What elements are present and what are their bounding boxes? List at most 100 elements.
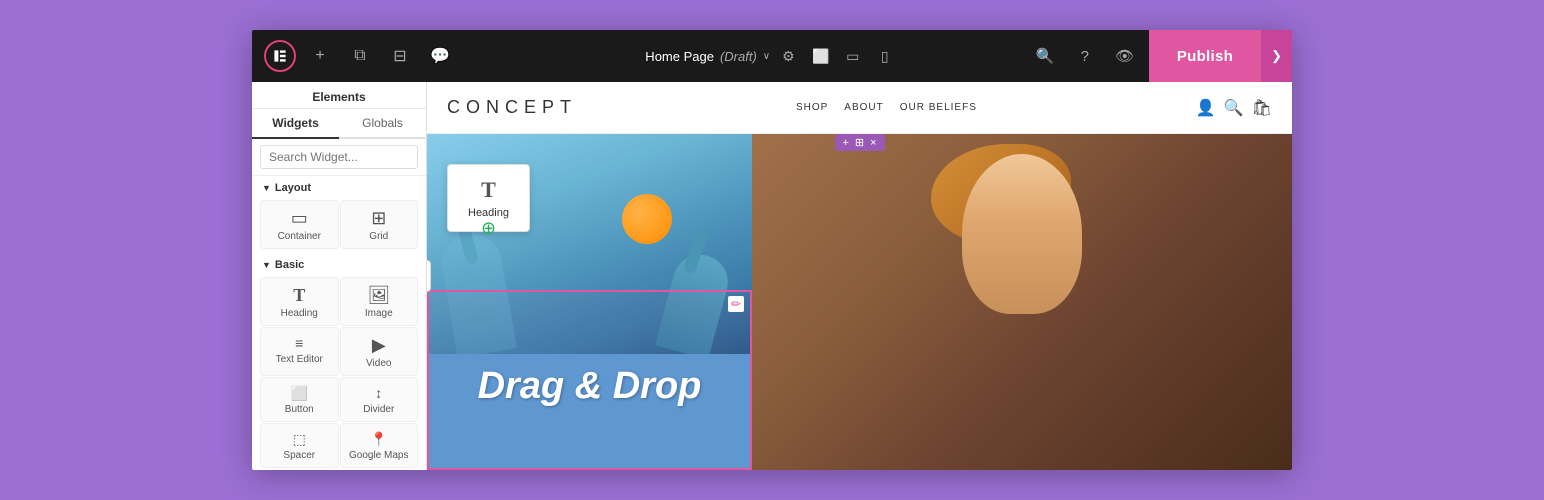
page-title-area[interactable]: Home Page (Draft) ∨: [645, 49, 770, 64]
heading-drag-widget[interactable]: T Heading ⊕: [447, 164, 530, 232]
grid-icon: ⊞: [371, 209, 386, 227]
desktop-view-icon[interactable]: ⬜: [807, 42, 835, 70]
cart-icon[interactable]: 🛍: [1252, 98, 1272, 118]
section-toolbar: + ⊞ ×: [834, 134, 884, 151]
spacer-label: Spacer: [283, 450, 315, 461]
editor-body: Elements Widgets Globals ▼ Layout ▭ Cont…: [252, 82, 1292, 470]
orange-fruit: [622, 194, 672, 244]
button-icon: ⬜: [291, 386, 308, 400]
google-maps-label: Google Maps: [349, 450, 408, 461]
site-nav-links: SHOP ABOUT OUR BELIEFS: [796, 102, 977, 113]
text-editor-label: Text Editor: [276, 354, 323, 365]
top-bar: + ⧉ ⊟ 💬 Home Page (Draft) ∨ ⚙ ⬜ ▭ ▯ 🔍 ? …: [252, 30, 1292, 82]
heading-label: Heading: [281, 308, 318, 319]
drag-drop-text: Drag & Drop: [429, 366, 750, 408]
basic-arrow-icon: ▼: [262, 260, 271, 270]
comments-icon[interactable]: 💬: [424, 40, 456, 72]
widget-heading[interactable]: T Heading: [260, 277, 339, 326]
image-label: Image: [365, 308, 393, 319]
nav-link-about[interactable]: ABOUT: [844, 102, 883, 113]
layout-section-header: ▼ Layout: [252, 176, 426, 196]
widget-image[interactable]: 🖼 Image: [340, 277, 419, 326]
search-nav-icon[interactable]: 🔍: [1224, 98, 1244, 118]
widget-button[interactable]: ⬜ Button: [260, 377, 339, 422]
section-close-button[interactable]: ×: [868, 137, 878, 149]
elementor-e-icon: [272, 48, 288, 64]
device-switcher: ⬜ ▭ ▯: [807, 42, 899, 70]
add-element-button[interactable]: +: [304, 40, 336, 72]
basic-widgets-grid: T Heading 🖼 Image ≡ Text Editor ▶ Video …: [252, 273, 426, 470]
site-logo: CONCEPT: [447, 97, 577, 118]
image-icon: 🖼: [367, 286, 390, 304]
right-canvas-section: [752, 134, 1292, 470]
search-icon[interactable]: 🔍: [1029, 40, 1061, 72]
tab-widgets[interactable]: Widgets: [252, 109, 339, 139]
woman-face: [962, 154, 1082, 314]
publish-dropdown-button[interactable]: ❯: [1261, 30, 1292, 82]
widget-search-box: [252, 139, 426, 176]
drag-cursor-icon: ⊕: [481, 218, 496, 239]
canvas-area[interactable]: ‹ CONCEPT SHOP ABOUT OUR BELIEFS 👤 🔍 🛍: [427, 82, 1292, 470]
responsive-icon[interactable]: ⊟: [384, 40, 416, 72]
publish-btn-group: Publish ❯: [1149, 30, 1292, 82]
layout-arrow-icon: ▼: [262, 183, 271, 193]
tablet-view-icon[interactable]: ▭: [839, 42, 867, 70]
spacer-icon: ⬚: [293, 432, 306, 446]
top-bar-left-icons: + ⧉ ⊟ 💬: [252, 40, 468, 72]
elementor-logo[interactable]: [264, 40, 296, 72]
heading-drag-t-icon: T: [481, 177, 496, 203]
preview-icon[interactable]: 👁: [1109, 40, 1141, 72]
page-dropdown-icon[interactable]: ∨: [763, 51, 770, 62]
basic-section-header: ▼ Basic: [252, 253, 426, 273]
page-title: Home Page: [645, 49, 714, 64]
site-nav-icons: 👤 🔍 🛍: [1196, 98, 1272, 118]
container-icon: ▭: [291, 209, 308, 227]
search-input[interactable]: [260, 145, 418, 169]
widget-divider[interactable]: ↕ Divider: [340, 377, 419, 422]
tab-globals[interactable]: Globals: [339, 109, 426, 139]
nav-link-shop[interactable]: SHOP: [796, 102, 828, 113]
panel-collapse-toggle[interactable]: ‹: [427, 260, 431, 292]
widget-video[interactable]: ▶ Video: [340, 327, 419, 376]
divider-icon: ↕: [375, 386, 382, 400]
container-label: Container: [278, 231, 321, 242]
site-preview: CONCEPT SHOP ABOUT OUR BELIEFS 👤 🔍 🛍: [427, 82, 1292, 470]
button-label: Button: [285, 404, 314, 415]
drop-zone[interactable]: ✏ Drag & Drop: [427, 290, 752, 470]
publish-button[interactable]: Publish: [1149, 30, 1261, 82]
panel-tabs: Widgets Globals: [252, 109, 426, 139]
account-icon[interactable]: 👤: [1196, 98, 1216, 118]
draft-label: (Draft): [720, 49, 757, 64]
top-bar-right: 🔍 ? 👁 Publish ❯: [1029, 30, 1292, 82]
layout-widgets-grid: ▭ Container ⊞ Grid: [252, 196, 426, 253]
widget-google-maps[interactable]: 📍 Google Maps: [340, 423, 419, 468]
widget-container[interactable]: ▭ Container: [260, 200, 339, 249]
widget-text-editor[interactable]: ≡ Text Editor: [260, 327, 339, 376]
grid-label: Grid: [369, 231, 388, 242]
basic-section-label: Basic: [275, 259, 304, 271]
page-settings-icon[interactable]: ⚙: [782, 48, 795, 65]
video-icon: ▶: [372, 336, 386, 354]
widget-spacer[interactable]: ⬚ Spacer: [260, 423, 339, 468]
layers-icon[interactable]: ⧉: [344, 40, 376, 72]
site-nav: CONCEPT SHOP ABOUT OUR BELIEFS 👤 🔍 🛍: [427, 82, 1292, 134]
top-bar-center: Home Page (Draft) ∨ ⚙ ⬜ ▭ ▯: [645, 42, 898, 70]
canvas-content: + ⊞ × T Heading ⊕: [427, 134, 1292, 470]
nav-link-our-beliefs[interactable]: OUR BELIEFS: [900, 102, 977, 113]
heading-icon: T: [293, 286, 305, 304]
google-maps-icon: 📍: [370, 432, 387, 446]
widget-grid[interactable]: ⊞ Grid: [340, 200, 419, 249]
text-editor-icon: ≡: [295, 336, 303, 350]
layout-section-label: Layout: [275, 182, 311, 194]
left-canvas-section: T Heading ⊕: [427, 134, 752, 470]
panel-title: Elements: [252, 82, 426, 109]
edit-pen-icon[interactable]: ✏: [728, 296, 744, 312]
section-add-button[interactable]: +: [840, 137, 850, 149]
left-panel: Elements Widgets Globals ▼ Layout ▭ Cont…: [252, 82, 427, 470]
help-icon[interactable]: ?: [1069, 40, 1101, 72]
section-grid-button[interactable]: ⊞: [853, 136, 866, 149]
woman-photo: [752, 134, 1292, 470]
divider-label: Divider: [363, 404, 394, 415]
mobile-view-icon[interactable]: ▯: [871, 42, 899, 70]
video-label: Video: [366, 358, 391, 369]
